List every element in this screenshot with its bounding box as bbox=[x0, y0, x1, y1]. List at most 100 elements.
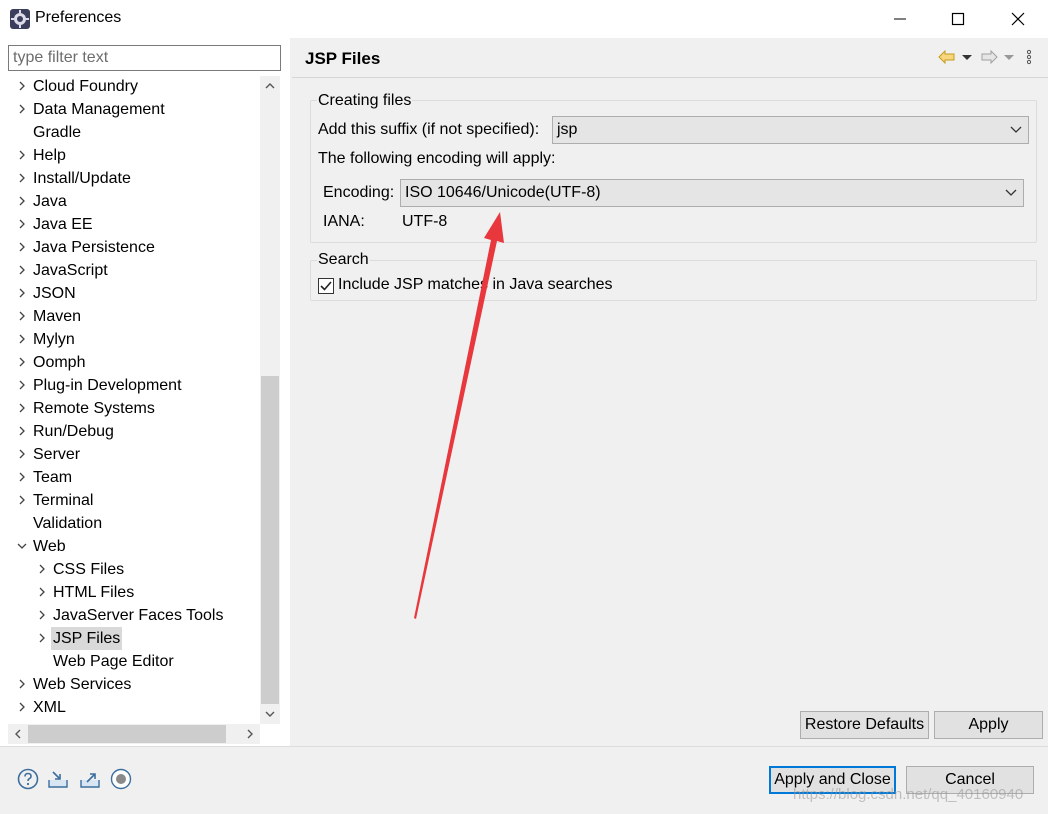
chevron-right-icon[interactable] bbox=[16, 103, 28, 115]
record-icon[interactable] bbox=[110, 768, 132, 790]
tree-item[interactable]: Plug-in Development bbox=[8, 374, 260, 397]
maximize-icon bbox=[951, 12, 965, 26]
scrollbar-thumb[interactable] bbox=[261, 376, 279, 704]
help-icon[interactable] bbox=[17, 768, 39, 790]
tree-item[interactable]: Java bbox=[8, 190, 260, 213]
tree-item[interactable]: Help bbox=[8, 144, 260, 167]
tree-item[interactable]: Mylyn bbox=[8, 328, 260, 351]
footer-separator bbox=[0, 746, 1048, 747]
tree-horizontal-scrollbar[interactable] bbox=[8, 724, 260, 744]
scrollbar-thumb[interactable] bbox=[28, 725, 226, 743]
chevron-right-icon[interactable] bbox=[36, 609, 48, 621]
scroll-left-icon[interactable] bbox=[12, 728, 24, 740]
tree-item[interactable]: Gradle bbox=[8, 121, 260, 144]
back-arrow-icon bbox=[938, 50, 955, 64]
tree-item[interactable]: JavaScript bbox=[8, 259, 260, 282]
tree-item[interactable]: Maven bbox=[8, 305, 260, 328]
tree-item[interactable]: Server bbox=[8, 443, 260, 466]
tree-item[interactable]: Cloud Foundry bbox=[8, 75, 260, 98]
tree-item[interactable]: HTML Files bbox=[8, 581, 260, 604]
forward-button[interactable] bbox=[980, 48, 998, 66]
tree-item[interactable]: Remote Systems bbox=[8, 397, 260, 420]
encoding-combo[interactable]: ISO 10646/Unicode(UTF-8) bbox=[400, 179, 1024, 207]
chevron-right-icon[interactable] bbox=[16, 80, 28, 92]
tree-item[interactable]: Java Persistence bbox=[8, 236, 260, 259]
forward-history-dropdown[interactable] bbox=[1003, 48, 1015, 66]
chevron-right-icon[interactable] bbox=[16, 471, 28, 483]
import-icon[interactable] bbox=[47, 768, 69, 790]
tree-item[interactable]: Team bbox=[8, 466, 260, 489]
watermark: https://blog.csdn.net/qq_40160940 bbox=[793, 786, 1024, 803]
tree-item[interactable]: Web Services bbox=[8, 673, 260, 696]
preference-page: JSP Files Creating files Add this suffix… bbox=[292, 38, 1048, 746]
suffix-combo[interactable]: jsp bbox=[552, 116, 1029, 144]
tree-item-label: Run/Debug bbox=[33, 423, 114, 440]
title-bar: Preferences bbox=[0, 0, 1048, 38]
tree-item[interactable]: XML bbox=[8, 696, 260, 719]
chevron-right-icon[interactable] bbox=[16, 678, 28, 690]
tree-item-label: Web bbox=[33, 538, 66, 555]
scroll-down-icon[interactable] bbox=[264, 708, 276, 720]
view-menu-button[interactable] bbox=[1026, 48, 1032, 66]
back-history-dropdown[interactable] bbox=[961, 48, 973, 66]
filter-input[interactable] bbox=[8, 45, 281, 71]
chevron-down-icon[interactable] bbox=[16, 540, 28, 552]
tree-item[interactable]: Validation bbox=[8, 512, 260, 535]
iana-label: IANA: bbox=[323, 213, 365, 230]
tree-item[interactable]: JavaServer Faces Tools bbox=[8, 604, 260, 627]
encoding-note: The following encoding will apply: bbox=[318, 150, 556, 167]
eclipse-gear-icon bbox=[10, 9, 30, 29]
apply-button[interactable]: Apply bbox=[934, 711, 1043, 739]
close-button[interactable] bbox=[990, 0, 1046, 38]
encoding-label: Encoding: bbox=[323, 184, 395, 201]
minimize-button[interactable] bbox=[872, 0, 928, 38]
chevron-right-icon[interactable] bbox=[16, 149, 28, 161]
tree-item[interactable]: Web bbox=[8, 535, 260, 558]
tree-item[interactable]: JSP Files bbox=[8, 627, 260, 650]
chevron-right-icon[interactable] bbox=[16, 379, 28, 391]
tree-item-label: Server bbox=[33, 446, 81, 463]
checkmark-icon bbox=[320, 281, 332, 291]
tree-item[interactable]: Oomph bbox=[8, 351, 260, 374]
tree-item[interactable]: Data Management bbox=[8, 98, 260, 121]
include-jsp-label[interactable]: Include JSP matches in Java searches bbox=[338, 276, 613, 294]
chevron-right-icon[interactable] bbox=[16, 287, 28, 299]
tree-item[interactable]: CSS Files bbox=[8, 558, 260, 581]
chevron-right-icon[interactable] bbox=[16, 701, 28, 713]
chevron-right-icon[interactable] bbox=[16, 448, 28, 460]
chevron-right-icon[interactable] bbox=[36, 563, 48, 575]
scroll-up-icon[interactable] bbox=[264, 80, 276, 92]
view-menu-icon bbox=[1026, 49, 1032, 65]
maximize-button[interactable] bbox=[930, 0, 986, 38]
chevron-right-icon[interactable] bbox=[16, 241, 28, 253]
tree-item[interactable]: Terminal bbox=[8, 489, 260, 512]
chevron-right-icon[interactable] bbox=[36, 586, 48, 598]
tree-item-label: Mylyn bbox=[33, 331, 75, 348]
export-icon[interactable] bbox=[79, 768, 101, 790]
include-jsp-checkbox[interactable] bbox=[318, 278, 334, 294]
chevron-right-icon[interactable] bbox=[16, 356, 28, 368]
chevron-right-icon[interactable] bbox=[16, 218, 28, 230]
chevron-right-icon[interactable] bbox=[16, 494, 28, 506]
tree-item[interactable]: Java EE bbox=[8, 213, 260, 236]
tree-item-label: Web Page Editor bbox=[53, 653, 174, 670]
encoding-value: ISO 10646/Unicode(UTF-8) bbox=[405, 184, 601, 201]
scroll-right-icon[interactable] bbox=[244, 728, 256, 740]
chevron-right-icon[interactable] bbox=[16, 310, 28, 322]
tree-vertical-scrollbar[interactable] bbox=[260, 76, 280, 724]
tree-item[interactable]: Web Page Editor bbox=[8, 650, 260, 673]
restore-defaults-button[interactable]: Restore Defaults bbox=[800, 711, 929, 739]
chevron-right-icon[interactable] bbox=[16, 172, 28, 184]
chevron-right-icon[interactable] bbox=[16, 195, 28, 207]
chevron-right-icon[interactable] bbox=[36, 632, 48, 644]
suffix-value: jsp bbox=[557, 121, 578, 138]
tree-item-label: Team bbox=[33, 469, 73, 486]
chevron-right-icon[interactable] bbox=[16, 264, 28, 276]
tree-item[interactable]: JSON bbox=[8, 282, 260, 305]
chevron-right-icon[interactable] bbox=[16, 333, 28, 345]
tree-item[interactable]: Run/Debug bbox=[8, 420, 260, 443]
back-button[interactable] bbox=[938, 48, 956, 66]
chevron-right-icon[interactable] bbox=[16, 425, 28, 437]
chevron-right-icon[interactable] bbox=[16, 402, 28, 414]
tree-item[interactable]: Install/Update bbox=[8, 167, 260, 190]
